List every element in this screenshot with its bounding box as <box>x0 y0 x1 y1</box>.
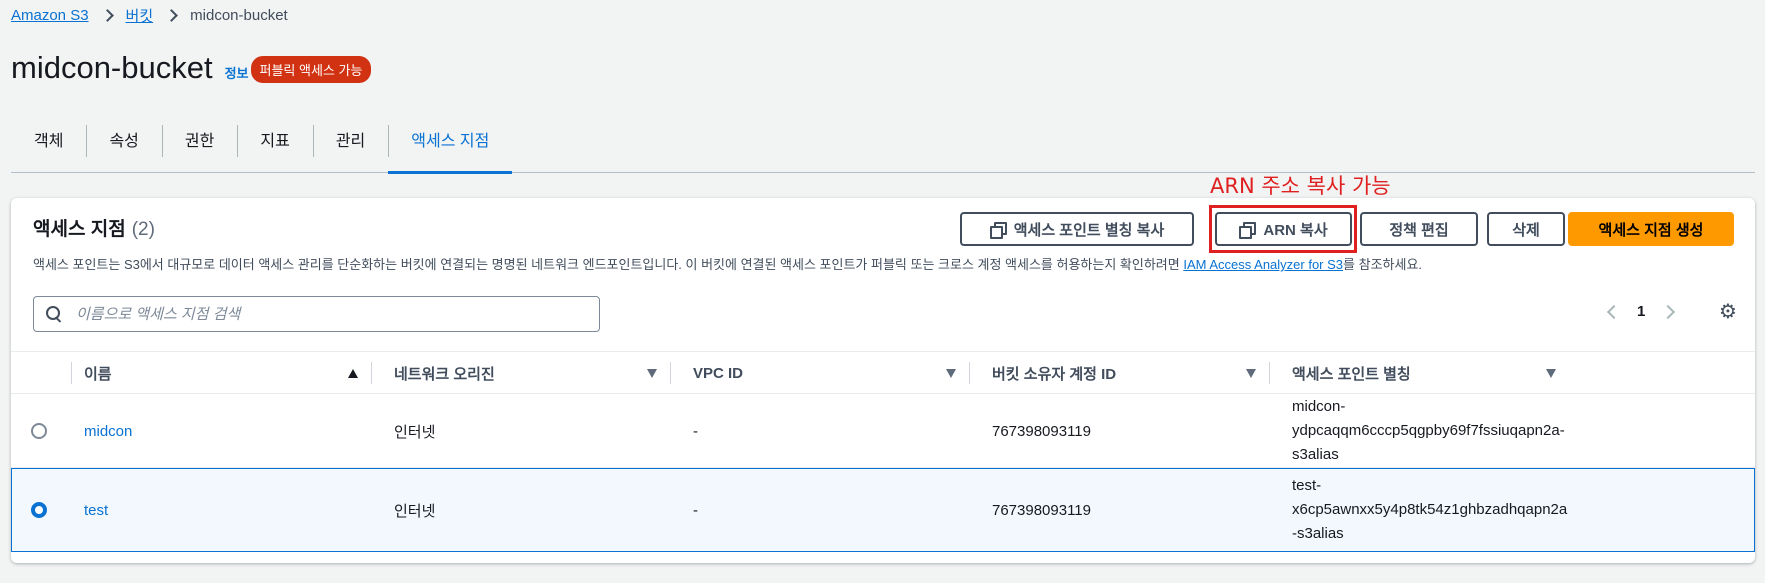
vpc-id: - <box>693 422 698 440</box>
delete-button[interactable]: 삭제 <box>1487 212 1565 246</box>
tab-metrics[interactable]: 지표 <box>237 119 312 159</box>
create-access-point-button[interactable]: 액세스 지점 생성 <box>1568 212 1734 246</box>
panel-description: 액세스 포인트는 S3에서 대규모로 데이터 액세스 관리를 단순화하는 버킷에… <box>33 254 1422 273</box>
sort-ascending-icon[interactable] <box>348 369 358 378</box>
table-row-selected[interactable]: test 인터넷 - 767398093119 test- x6cp5awnxx… <box>11 468 1755 552</box>
column-header-origin[interactable]: 네트워크 오리진 <box>372 352 671 395</box>
row-radio-selected[interactable] <box>31 502 47 518</box>
bucket-tabs: 객체 속성 권한 지표 관리 액세스 지점 <box>11 117 1755 174</box>
sort-icon[interactable] <box>647 369 657 378</box>
copy-alias-label: 액세스 포인트 별칭 복사 <box>1013 221 1165 239</box>
alias-line: midcon- <box>1292 398 1346 415</box>
search-input[interactable] <box>76 305 576 323</box>
tab-access-points[interactable]: 액세스 지점 <box>388 119 513 174</box>
column-vpc-label: VPC ID <box>693 365 744 382</box>
tab-properties[interactable]: 속성 <box>86 119 161 159</box>
info-link[interactable]: 정보 <box>225 63 249 82</box>
breadcrumb-current: midcon-bucket <box>190 7 288 24</box>
alias-line: ydpcaqqm6cccp5qgpby69f7fssiuqapn2a- <box>1292 422 1565 439</box>
access-point-name-link[interactable]: test <box>84 502 108 519</box>
edit-policy-button[interactable]: 정책 편집 <box>1360 212 1478 246</box>
column-header-alias[interactable]: 액세스 포인트 별칭 <box>1270 352 1570 395</box>
alias-line: x6cp5awnxx5y4p8tk54z1ghbzadhqapn2a <box>1292 501 1568 518</box>
page-title: midcon-bucket <box>11 50 213 85</box>
column-header-vpc[interactable]: VPC ID <box>671 352 970 395</box>
chevron-right-icon <box>165 9 179 22</box>
column-alias-label: 액세스 포인트 별칭 <box>1292 366 1411 383</box>
breadcrumb: Amazon S3 버킷 midcon-bucket <box>11 5 288 26</box>
arn-annotation: ARN 주소 복사 가능 <box>1210 174 1391 198</box>
column-account-label: 버킷 소유자 계정 ID <box>992 366 1117 383</box>
table-header: 이름 네트워크 오리진 VPC ID 버킷 소유자 계정 ID 액세스 포인트 <box>11 351 1755 394</box>
copy-icon <box>1239 222 1257 239</box>
access-points-table: 이름 네트워크 오리진 VPC ID 버킷 소유자 계정 ID 액세스 포인트 <box>11 351 1755 552</box>
public-access-badge: 퍼블릭 액세스 가능 <box>250 56 372 83</box>
pagination: 1 <box>1606 303 1676 320</box>
table-row[interactable]: midcon 인터넷 - 767398093119 midcon- ydpcaq… <box>11 395 1755 468</box>
network-origin: 인터넷 <box>394 423 436 441</box>
account-id: 767398093119 <box>992 501 1091 519</box>
panel-title: 액세스 지점 (2) <box>33 214 155 241</box>
column-name-label: 이름 <box>84 366 112 383</box>
alias-line: test- <box>1292 477 1322 494</box>
tab-management[interactable]: 관리 <box>312 119 388 159</box>
previous-page-icon[interactable] <box>1606 304 1622 319</box>
search-icon <box>46 306 62 322</box>
sort-icon[interactable] <box>946 369 956 378</box>
tab-permissions[interactable]: 권한 <box>161 119 237 159</box>
copy-alias-button[interactable]: 액세스 포인트 별칭 복사 <box>960 212 1194 246</box>
access-points-panel: 액세스 지점 (2) 액세스 포인트 별칭 복사 ARN 복사 정책 편집 삭제 … <box>11 198 1755 563</box>
network-origin: 인터넷 <box>394 502 436 520</box>
copy-arn-button[interactable]: ARN 복사 <box>1215 212 1352 246</box>
title-row: midcon-bucket 정보 퍼블릭 액세스 가능 <box>11 50 372 86</box>
panel-description-end: 를 참조하세요. <box>1343 257 1423 272</box>
current-page[interactable]: 1 <box>1637 303 1645 320</box>
alias-line: -s3alias <box>1292 525 1344 542</box>
access-point-name-link[interactable]: midcon <box>84 423 132 440</box>
iam-access-analyzer-link[interactable]: IAM Access Analyzer for S3 <box>1183 257 1343 272</box>
column-header-name[interactable]: 이름 <box>72 352 372 395</box>
copy-icon <box>989 222 1007 239</box>
select-column-header <box>11 352 72 395</box>
alias-line: s3alias <box>1292 446 1339 463</box>
breadcrumb-amazon-s3[interactable]: Amazon S3 <box>11 7 89 24</box>
chevron-right-icon <box>100 9 114 22</box>
account-id: 767398093119 <box>992 422 1091 440</box>
vpc-id: - <box>693 501 698 519</box>
tab-objects[interactable]: 객체 <box>11 119 86 159</box>
settings-gear-icon[interactable]: ⚙ <box>1718 302 1738 322</box>
column-header-account[interactable]: 버킷 소유자 계정 ID <box>970 352 1270 395</box>
next-page-icon[interactable] <box>1661 304 1676 319</box>
panel-count: (2) <box>131 219 155 240</box>
copy-arn-label: ARN 복사 <box>1263 221 1328 239</box>
sort-icon[interactable] <box>1246 369 1256 378</box>
column-origin-label: 네트워크 오리진 <box>394 366 495 383</box>
panel-title-text: 액세스 지점 <box>33 219 126 240</box>
panel-description-text: 액세스 포인트는 S3에서 대규모로 데이터 액세스 관리를 단순화하는 버킷에… <box>33 257 1184 272</box>
breadcrumb-buckets[interactable]: 버킷 <box>126 5 154 26</box>
sort-icon[interactable] <box>1546 369 1556 378</box>
access-point-alias: test- x6cp5awnxx5y4p8tk54z1ghbzadhqapn2a… <box>1292 469 1567 551</box>
search-box <box>33 296 600 332</box>
access-point-alias: midcon- ydpcaqqm6cccp5qgpby69f7fssiuqapn… <box>1292 395 1565 467</box>
row-radio[interactable] <box>31 423 47 439</box>
